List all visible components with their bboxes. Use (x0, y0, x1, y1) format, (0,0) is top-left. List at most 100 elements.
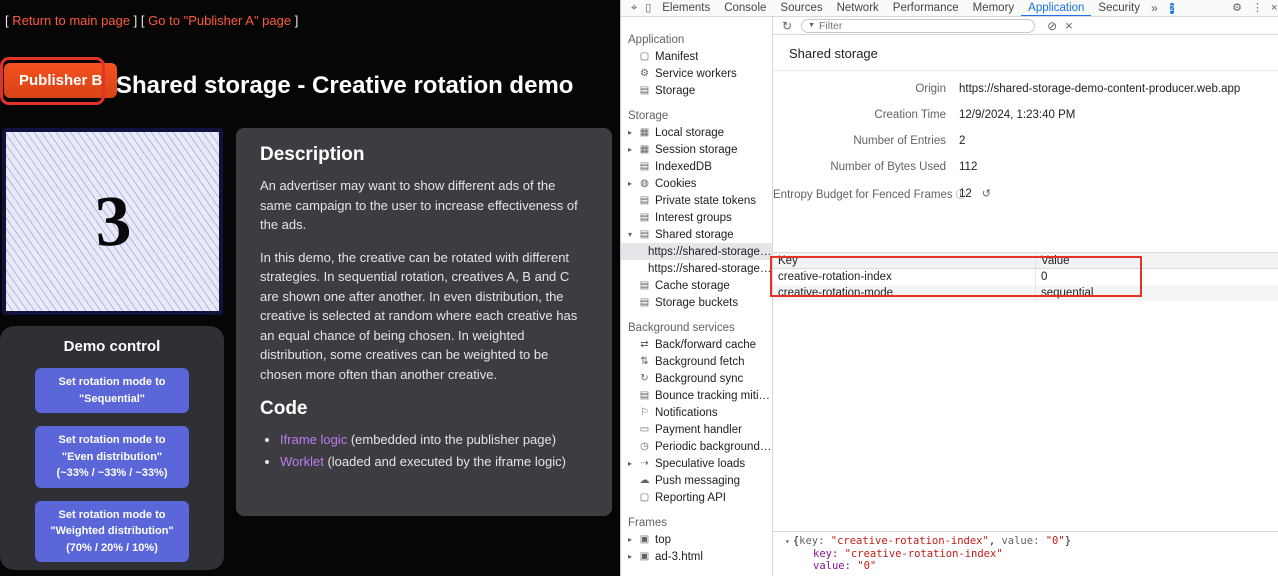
sidebar-item[interactable]: ☁ Push messaging (621, 472, 772, 489)
sidebar-item-label: Bounce tracking mitiga… (655, 390, 772, 402)
code-list: Iframe logic (embedded into the publishe… (280, 430, 588, 472)
back-forward-cache-icon: ⇄ (638, 339, 651, 350)
filter-input[interactable] (819, 20, 1009, 32)
table-row[interactable]: creative-rotation-mode sequential (773, 285, 1278, 301)
report-row: Entropy Budget for Fenced Framesⓘ 12↺ (773, 180, 1278, 206)
table-icon: ▦ (638, 127, 651, 138)
set-rotation-mode-button[interactable]: Set rotation mode to "Weighted distribut… (35, 501, 189, 563)
sidebar-item[interactable]: ▸ ⇢ Speculative loads (621, 455, 772, 472)
device-toolbar-icon[interactable]: ▯ (645, 0, 651, 17)
devtools-tab[interactable]: Security (1091, 0, 1147, 17)
sidebar-item[interactable]: Frames (621, 514, 772, 531)
code-list-item: Iframe logic (embedded into the publishe… (280, 430, 588, 450)
sidebar-item[interactable]: ▸ ▦ Local storage (621, 124, 772, 141)
code-link[interactable]: Iframe logic (280, 432, 347, 447)
clear-all-icon[interactable]: ⊘ (1047, 19, 1057, 33)
table-row[interactable]: creative-rotation-index 0 (773, 269, 1278, 285)
expand-arrow-icon[interactable]: ▾ (628, 230, 638, 239)
sidebar-item[interactable]: ▸ ▦ Session storage (621, 141, 772, 158)
sidebar-item[interactable]: ▾ ▤ Shared storage (621, 226, 772, 243)
sidebar-item[interactable]: ⚙ Service workers (621, 65, 772, 82)
payment-handler-icon: ▭ (638, 424, 651, 435)
sidebar-item[interactable]: https://shared-storage-d… (621, 243, 772, 260)
property-name: value: (813, 560, 857, 572)
sidebar-item[interactable]: ▤ IndexedDB (621, 158, 772, 175)
sidebar-item[interactable]: ▤ Bounce tracking mitiga… (621, 387, 772, 404)
sidebar-item[interactable]: ⇅ Background fetch (621, 353, 772, 370)
return-main-link[interactable]: Return to main page (12, 13, 130, 28)
devtools-tab[interactable]: Elements (655, 0, 717, 17)
sidebar-item[interactable]: https://shared-storage-d… (621, 260, 772, 277)
report-value: https://shared-storage-demo-content-prod… (949, 83, 1278, 95)
report-row: Number of Bytes Used 112 (773, 154, 1278, 180)
publisher-a-link[interactable]: Go to "Publisher A" page (148, 13, 291, 28)
refresh-icon[interactable]: ↻ (782, 19, 792, 33)
filter-field[interactable]: ▼ (801, 19, 1035, 33)
sidebar-item[interactable]: Background services (621, 319, 772, 336)
sidebar-item-label: Reporting API (655, 492, 726, 504)
creative-number: 3 (92, 179, 132, 264)
expand-arrow-icon[interactable]: ▸ (628, 535, 638, 544)
sidebar-item[interactable]: ↻ Background sync (621, 370, 772, 387)
sidebar-item-label: top (655, 534, 671, 546)
kebab-menu-icon[interactable]: ⋮ (1252, 0, 1263, 17)
sidebar-item[interactable]: ▢ Manifest (621, 48, 772, 65)
sidebar-item[interactable]: ▤ Cache storage (621, 277, 772, 294)
code-link[interactable]: Worklet (280, 454, 324, 469)
close-devtools-icon[interactable]: × (1271, 0, 1277, 17)
more-tabs-chevron[interactable]: » (1151, 1, 1158, 15)
database-icon: ▤ (638, 297, 651, 308)
messages-badge[interactable]: 2 (1170, 3, 1174, 14)
sidebar-item[interactable]: ▤ Private state tokens (621, 192, 772, 209)
inspect-element-icon[interactable]: ⌖ (631, 0, 637, 17)
sidebar-item[interactable]: ⚐ Notifications (621, 404, 772, 421)
collapse-arrow-icon[interactable]: ▾ (785, 537, 790, 546)
key-column-header[interactable]: Key (773, 253, 1036, 268)
application-sidebar: Application ▢ Manifest ⚙ Service workers… (621, 17, 773, 576)
devtools-tab[interactable]: Performance (886, 0, 966, 17)
devtools-tab[interactable]: Network (830, 0, 886, 17)
service-workers-icon: ⚙ (638, 68, 651, 79)
reset-budget-icon[interactable]: ↺ (982, 188, 991, 200)
devtools-tab[interactable]: Application (1021, 0, 1091, 17)
devtools-tab[interactable]: Memory (966, 0, 1022, 17)
publisher-b-badge[interactable]: Publisher B (4, 63, 117, 98)
sidebar-item-label: Interest groups (655, 212, 732, 224)
expand-arrow-icon[interactable]: ▸ (628, 145, 638, 154)
bounce-tracking-icon: ▤ (638, 390, 651, 401)
property-value: "0" (857, 560, 876, 572)
set-rotation-mode-button[interactable]: Set rotation mode to "Sequential" (35, 368, 189, 413)
sidebar-item[interactable]: ▸ ▣ ad-3.html (621, 548, 772, 565)
devtools-tab[interactable]: Console (717, 0, 773, 17)
devtools-tab[interactable]: Sources (773, 0, 829, 17)
expand-arrow-icon[interactable]: ▸ (628, 179, 638, 188)
expand-arrow-icon[interactable]: ▸ (628, 552, 638, 561)
report-value: 112 (949, 161, 1278, 173)
value-column-header[interactable]: Value (1036, 253, 1278, 268)
settings-gear-icon[interactable]: ⚙ (1232, 0, 1242, 17)
property-name: key: (813, 548, 845, 560)
report-row: Creation Time 12/9/2024, 1:23:40 PM (773, 102, 1278, 128)
expand-arrow-icon[interactable]: ▸ (628, 128, 638, 137)
sidebar-item-label: Background services (628, 322, 735, 334)
sidebar-item-label: Private state tokens (655, 195, 756, 207)
close-x-icon[interactable]: × (1065, 18, 1073, 33)
sidebar-item[interactable]: Application (621, 31, 772, 48)
sidebar-item[interactable]: ⇄ Back/forward cache (621, 336, 772, 353)
sidebar-item[interactable]: ▸ ▣ top (621, 531, 772, 548)
expand-arrow-icon[interactable]: ▸ (628, 459, 638, 468)
storage-icon: ▤ (638, 85, 651, 96)
sidebar-item[interactable]: ▸ ◍ Cookies (621, 175, 772, 192)
sidebar-item[interactable]: ◷ Periodic background s… (621, 438, 772, 455)
set-rotation-mode-button[interactable]: Set rotation mode to "Even distribution"… (35, 426, 189, 488)
sidebar-item[interactable]: ▤ Interest groups (621, 209, 772, 226)
sidebar-item[interactable]: ▤ Storage buckets (621, 294, 772, 311)
sidebar-item[interactable]: ▤ Storage (621, 82, 772, 99)
sidebar-item-label: Speculative loads (655, 458, 745, 470)
sidebar-item[interactable]: Storage (621, 107, 772, 124)
sidebar-item-label: Push messaging (655, 475, 740, 487)
background-fetch-icon: ⇅ (638, 356, 651, 367)
sidebar-item-label: Frames (628, 517, 667, 529)
sidebar-item[interactable]: ▢ Reporting API (621, 489, 772, 506)
sidebar-item[interactable]: ▭ Payment handler (621, 421, 772, 438)
